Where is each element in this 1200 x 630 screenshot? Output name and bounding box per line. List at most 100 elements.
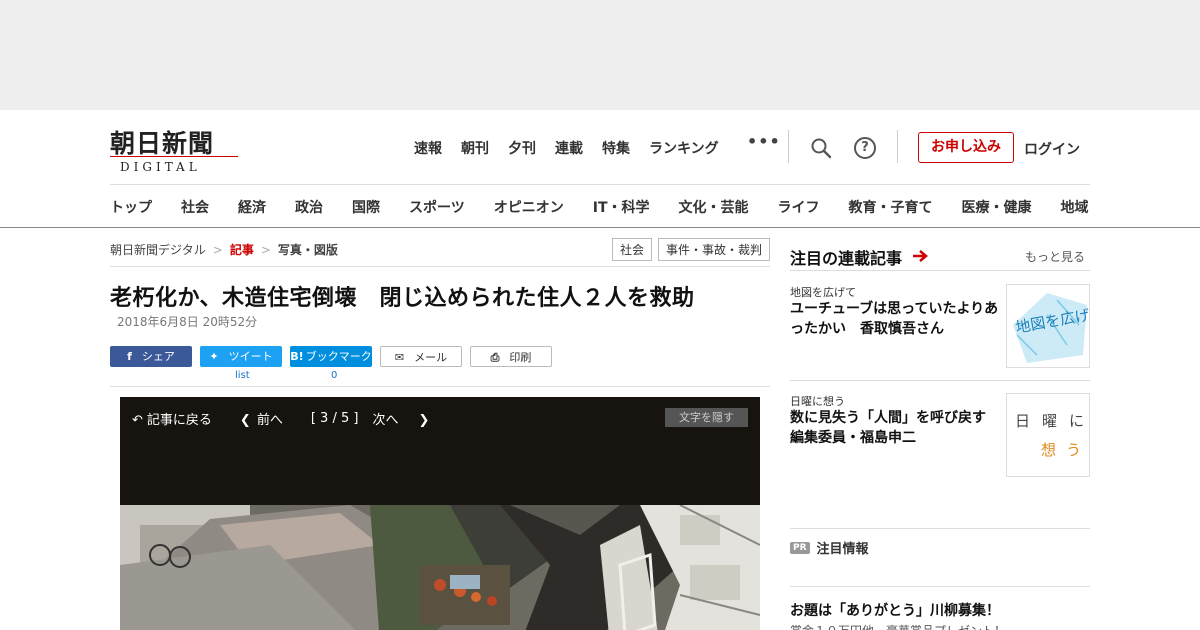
category-nav-item[interactable]: 経済 bbox=[238, 197, 266, 217]
series-thumbnail[interactable]: 地図を広げて bbox=[1006, 284, 1090, 368]
divider bbox=[110, 184, 1090, 185]
twitter-share-label: ツイート bbox=[228, 350, 273, 363]
divider bbox=[897, 130, 898, 163]
site-logo[interactable]: 朝日新聞 DIGITAL bbox=[110, 124, 242, 174]
category-nav-item[interactable]: ライフ bbox=[778, 197, 820, 217]
pr-badge: PR bbox=[790, 541, 810, 554]
facebook-share-label: シェア bbox=[141, 350, 175, 363]
more-menu-icon[interactable]: ••• bbox=[747, 132, 781, 151]
hatena-bookmark-button[interactable]: B! ブックマーク bbox=[290, 346, 372, 367]
login-link[interactable]: ログイン bbox=[1024, 139, 1080, 159]
back-label: 記事に戻る bbox=[146, 413, 212, 428]
category-nav-item[interactable]: 社会 bbox=[181, 197, 209, 217]
logo-subtitle: DIGITAL bbox=[120, 160, 201, 174]
breadcrumb-article[interactable]: 記事 bbox=[230, 243, 254, 257]
category-nav-item[interactable]: スポーツ bbox=[409, 197, 465, 217]
series-kicker[interactable]: 地図を広げて bbox=[790, 284, 856, 300]
breadcrumb-home[interactable]: 朝日新聞デジタル bbox=[110, 243, 206, 257]
photo-viewer: ↶ 記事に戻る ❮ 前へ [ 3 / 5 ] 次へ ❯ 文字を隠す bbox=[120, 397, 760, 630]
mail-label: メール bbox=[414, 351, 448, 364]
mail-icon: ✉ bbox=[394, 351, 405, 364]
top-nav-item[interactable]: 特集 bbox=[602, 138, 630, 158]
top-nav: 速報 朝刊 夕刊 連載 特集 ランキング bbox=[414, 138, 738, 158]
category-nav: トップ 社会 経済 政治 国際 スポーツ オピニオン IT・科学 文化・芸能 ラ… bbox=[110, 197, 1089, 217]
divider bbox=[788, 130, 789, 163]
thumbnail-caption: 日曜に bbox=[1015, 412, 1090, 430]
pr-section-header: PR 注目情報 bbox=[790, 538, 869, 557]
photo-position: [ 3 / 5 ] bbox=[310, 411, 359, 426]
tag-link[interactable]: 事件・事故・裁判 bbox=[657, 238, 770, 261]
see-more-link[interactable]: もっと見る bbox=[1025, 248, 1085, 265]
ad-banner-area bbox=[0, 0, 1200, 110]
category-nav-item[interactable]: トップ bbox=[110, 197, 152, 217]
back-to-article-button[interactable]: ↶ 記事に戻る bbox=[132, 409, 226, 428]
category-nav-item[interactable]: 文化・芸能 bbox=[679, 197, 749, 217]
category-nav-item[interactable]: 国際 bbox=[352, 197, 380, 217]
divider bbox=[790, 528, 1090, 529]
category-nav-item[interactable]: オピニオン bbox=[494, 197, 564, 217]
back-arrow-icon: ↶ bbox=[132, 413, 143, 428]
hatena-icon: B! bbox=[290, 350, 304, 363]
divider bbox=[110, 266, 770, 267]
top-nav-item[interactable]: 朝刊 bbox=[461, 138, 489, 158]
facebook-share-button[interactable]: f シェア bbox=[110, 346, 192, 367]
article-headline: 老朽化か、木造住宅倒壊 閉じ込められた住人２人を救助 bbox=[110, 286, 695, 311]
site-header: 朝日新聞 DIGITAL 速報 朝刊 夕刊 連載 特集 ランキング ••• ? … bbox=[0, 110, 1200, 185]
breadcrumb-separator: > bbox=[212, 243, 223, 257]
hatena-label: ブックマーク bbox=[305, 350, 372, 363]
tag-link[interactable]: 社会 bbox=[611, 238, 652, 261]
arrow-right-icon[interactable] bbox=[912, 249, 928, 263]
prev-button[interactable]: ❮ 前へ bbox=[240, 409, 297, 428]
series-article-title[interactable]: ユーチューブは思っていたよりあったかい 香取慎吾さん bbox=[790, 299, 1000, 339]
top-nav-item[interactable]: ランキング bbox=[649, 138, 719, 158]
top-nav-item[interactable]: 連載 bbox=[555, 138, 583, 158]
category-nav-item[interactable]: 地域 bbox=[1061, 197, 1089, 217]
twitter-icon: ✦ bbox=[209, 350, 219, 363]
logo-wordmark: 朝日新聞 bbox=[110, 129, 215, 158]
prev-label: 前へ bbox=[256, 413, 283, 428]
article-tags: 社会 事件・事故・裁判 bbox=[611, 238, 770, 261]
next-label: 次へ bbox=[372, 413, 399, 428]
subscribe-button[interactable]: お申し込み bbox=[918, 132, 1014, 163]
print-button[interactable]: ⎙ 印刷 bbox=[470, 346, 552, 367]
print-label: 印刷 bbox=[509, 351, 532, 364]
search-icon[interactable] bbox=[810, 137, 832, 159]
breadcrumb-current: 写真・図版 bbox=[277, 243, 338, 257]
thumbnail-caption: 想う bbox=[1041, 441, 1090, 459]
divider bbox=[790, 380, 1090, 381]
twitter-share-button[interactable]: ✦ ツイート bbox=[200, 346, 282, 367]
mail-share-button[interactable]: ✉ メール bbox=[380, 346, 462, 367]
promo-subtitle[interactable]: 賞金１０万円他 豪華賞品プレゼント！ bbox=[790, 622, 1006, 630]
chevron-right-icon: ❯ bbox=[418, 413, 430, 428]
category-nav-item[interactable]: 医療・健康 bbox=[962, 197, 1032, 217]
divider bbox=[110, 386, 770, 387]
help-icon[interactable]: ? bbox=[854, 137, 876, 159]
twitter-count[interactable]: list bbox=[235, 370, 250, 381]
top-nav-item[interactable]: 速報 bbox=[414, 138, 442, 158]
series-thumbnail[interactable]: 日曜に 想う bbox=[1006, 393, 1090, 477]
divider bbox=[790, 586, 1090, 587]
logo-rule bbox=[110, 156, 238, 157]
top-nav-item[interactable]: 夕刊 bbox=[508, 138, 536, 158]
article-date: 2018年6月8日 20時52分 bbox=[117, 315, 258, 329]
facebook-icon: f bbox=[127, 350, 132, 363]
article-photo[interactable] bbox=[120, 505, 760, 630]
series-kicker[interactable]: 日曜に想う bbox=[790, 393, 845, 409]
category-nav-item[interactable]: 政治 bbox=[295, 197, 323, 217]
next-button[interactable]: 次へ ❯ bbox=[372, 409, 443, 428]
category-nav-item[interactable]: IT・科学 bbox=[593, 197, 650, 217]
divider bbox=[0, 227, 1200, 228]
divider bbox=[790, 270, 1090, 271]
category-nav-item[interactable]: 教育・子育て bbox=[849, 197, 933, 217]
viewer-nav: ↶ 記事に戻る ❮ 前へ [ 3 / 5 ] 次へ ❯ bbox=[132, 409, 457, 428]
series-article-title[interactable]: 数に見失う「人間」を呼び戻す 編集委員・福島申二 bbox=[790, 408, 1000, 448]
print-icon: ⎙ bbox=[490, 351, 500, 364]
pr-label: 注目情報 bbox=[816, 542, 869, 557]
breadcrumb: 朝日新聞デジタル > 記事 > 写真・図版 bbox=[110, 241, 338, 258]
hide-text-button[interactable]: 文字を隠す bbox=[665, 408, 748, 427]
breadcrumb-separator: > bbox=[260, 243, 271, 257]
featured-series-title: 注目の連載記事 bbox=[790, 249, 903, 268]
promo-title[interactable]: お題は「ありがとう」川柳募集！ bbox=[790, 600, 1000, 620]
hatena-count[interactable]: 0 bbox=[331, 370, 337, 381]
chevron-left-icon: ❮ bbox=[239, 413, 251, 428]
